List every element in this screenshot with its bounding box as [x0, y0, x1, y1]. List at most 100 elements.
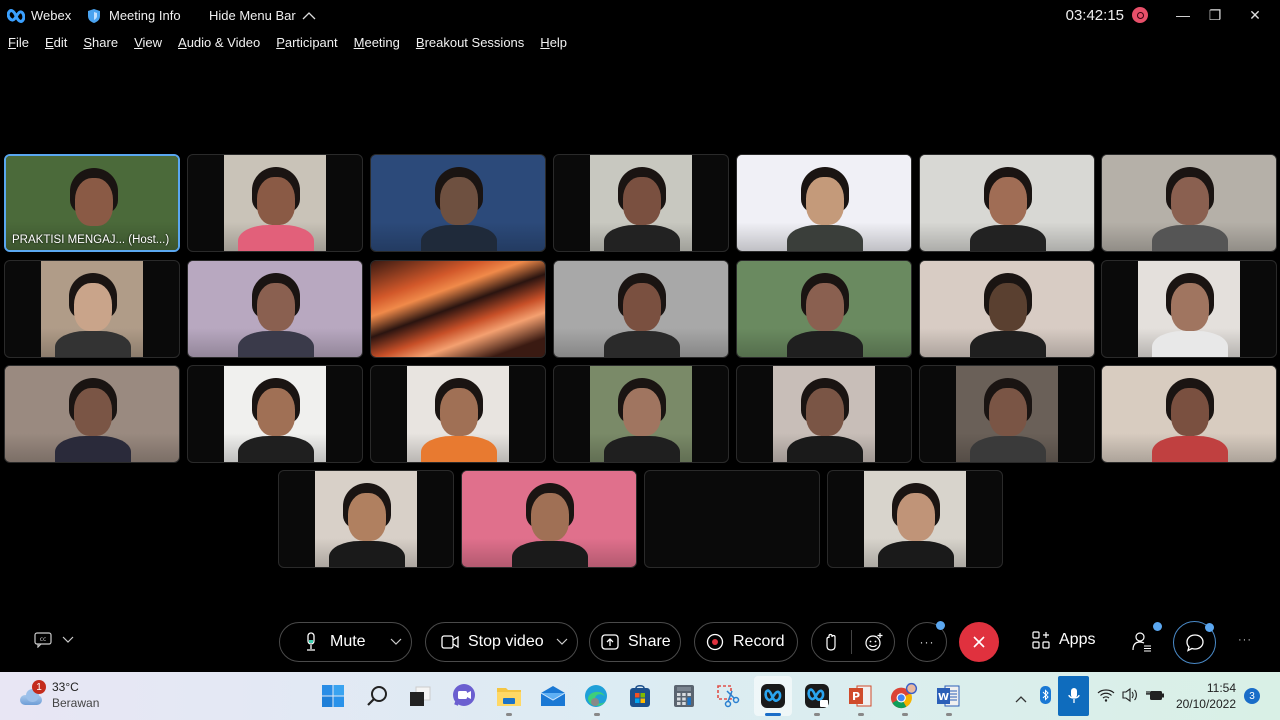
- video-feed: [224, 155, 326, 251]
- participant-video-tile[interactable]: [4, 365, 180, 463]
- calculator-button[interactable]: [670, 682, 698, 710]
- participant-video-tile[interactable]: [736, 260, 912, 358]
- battery-glyph: [1146, 691, 1164, 700]
- participant-video-tile[interactable]: [919, 154, 1095, 252]
- weather-widget[interactable]: 1 33°C Berawan: [18, 680, 99, 711]
- title-bar: Webex Meeting Info Hide Menu Bar 03:42:1…: [0, 0, 1280, 30]
- chevron-down-icon[interactable]: [390, 638, 402, 646]
- participant-video-tile[interactable]: [1101, 260, 1277, 358]
- weather-condition: Berawan: [52, 696, 100, 710]
- menu-audio-video[interactable]: Audio & Video: [178, 35, 260, 50]
- raise-hand-icon[interactable]: [824, 633, 838, 651]
- chrome-button[interactable]: [890, 682, 918, 710]
- end-meeting-button[interactable]: [959, 622, 999, 662]
- participant-video-tile[interactable]: [736, 154, 912, 252]
- menu-help[interactable]: Help: [540, 35, 567, 50]
- participant-video-tile[interactable]: [187, 154, 363, 252]
- participant-video-tile[interactable]: [370, 260, 546, 358]
- microsoft-store-button[interactable]: [626, 682, 654, 710]
- edge-browser-button[interactable]: [582, 682, 610, 710]
- file-explorer-button[interactable]: [495, 682, 523, 710]
- participant-video-tile[interactable]: [187, 365, 363, 463]
- participant-face: [989, 388, 1027, 436]
- participants-button[interactable]: [1131, 631, 1153, 658]
- powerpoint-icon: P: [849, 685, 872, 707]
- share-button[interactable]: Share: [589, 622, 681, 662]
- participant-face: [74, 388, 112, 436]
- participant-video-tile[interactable]: [1101, 154, 1277, 252]
- participant-body: [55, 436, 131, 462]
- apps-button[interactable]: Apps: [1032, 631, 1095, 649]
- close-window-button[interactable]: ✕: [1240, 7, 1270, 24]
- participant-video-tile[interactable]: [644, 470, 820, 568]
- participant-video-tile[interactable]: [919, 260, 1095, 358]
- powerpoint-button[interactable]: P: [846, 682, 874, 710]
- webex-meetings-button[interactable]: [803, 682, 831, 710]
- record-button[interactable]: Record: [694, 622, 798, 662]
- volume-icon[interactable]: [1121, 687, 1139, 708]
- participant-video-tile[interactable]: [278, 470, 454, 568]
- participant-video-tile[interactable]: [370, 154, 546, 252]
- app-name: Webex: [31, 8, 72, 23]
- mail-button[interactable]: [539, 682, 567, 710]
- menu-mnemonic: A: [178, 35, 187, 50]
- menu-meeting[interactable]: Meeting: [354, 35, 400, 50]
- battery-charging-icon[interactable]: [1145, 688, 1165, 707]
- wifi-icon[interactable]: [1097, 688, 1115, 707]
- meeting-info-button[interactable]: Meeting Info: [88, 8, 181, 23]
- stop-video-button[interactable]: Stop video: [425, 622, 578, 662]
- menu-share[interactable]: Share: [83, 35, 118, 50]
- video-feed: [315, 471, 417, 567]
- menu-file[interactable]: File: [8, 35, 29, 50]
- video-feed: [1138, 261, 1240, 357]
- participant-video-tile[interactable]: [553, 365, 729, 463]
- participant-video-tile[interactable]: [1101, 365, 1277, 463]
- menu-mnemonic: V: [134, 35, 143, 50]
- menu-participant[interactable]: Participant: [276, 35, 337, 50]
- system-clock[interactable]: 11:54 20/10/2022: [1176, 680, 1236, 712]
- participant-face: [806, 388, 844, 436]
- participant-video-tile[interactable]: [187, 260, 363, 358]
- chevron-down-icon[interactable]: [556, 638, 568, 646]
- share-screen-icon: [601, 634, 619, 650]
- task-view-button[interactable]: [406, 682, 434, 710]
- webex-taskbar-button[interactable]: [759, 682, 787, 710]
- word-button[interactable]: W: [934, 682, 962, 710]
- participant-video-tile[interactable]: [370, 365, 546, 463]
- participant-video-tile[interactable]: [736, 365, 912, 463]
- add-reaction-icon[interactable]: [864, 632, 884, 652]
- captions-button[interactable]: cc: [34, 632, 74, 648]
- participant-video-tile[interactable]: [553, 154, 729, 252]
- search-button[interactable]: [363, 682, 391, 710]
- teams-chat-button[interactable]: [450, 682, 478, 710]
- speaker-glyph: [1122, 687, 1137, 703]
- participant-body: [970, 331, 1046, 357]
- menu-view[interactable]: View: [134, 35, 162, 50]
- hide-menu-bar-button[interactable]: Hide Menu Bar: [209, 8, 316, 23]
- snipping-tool-button[interactable]: [714, 682, 742, 710]
- restore-button[interactable]: ❐: [1200, 7, 1230, 24]
- participant-face: [531, 493, 569, 541]
- chevron-down-icon: [62, 636, 74, 643]
- webex-app-menu[interactable]: Webex: [7, 8, 71, 23]
- bluetooth-icon[interactable]: [1040, 686, 1051, 704]
- microphone-in-use-button[interactable]: [1058, 676, 1089, 716]
- video-feed: [920, 155, 1094, 251]
- notification-center-badge[interactable]: 3: [1244, 688, 1260, 704]
- start-button[interactable]: [319, 682, 347, 710]
- participant-video-tile[interactable]: [827, 470, 1003, 568]
- menu-edit[interactable]: Edit: [45, 35, 67, 50]
- menu-label: udio & Video: [186, 35, 261, 50]
- participant-video-tile[interactable]: PRAKTISI MENGAJ... (Host...): [4, 154, 180, 252]
- participant-video-tile[interactable]: [919, 365, 1095, 463]
- participant-face: [989, 177, 1027, 225]
- overflow-menu-button[interactable]: ···: [1238, 634, 1252, 646]
- menu-breakout-sessions[interactable]: Breakout Sessions: [416, 35, 524, 50]
- participant-video-tile[interactable]: [4, 260, 180, 358]
- mute-button[interactable]: Mute: [279, 622, 412, 662]
- participant-video-tile[interactable]: [553, 260, 729, 358]
- show-hidden-icons-button[interactable]: [1015, 690, 1027, 708]
- video-feed: [1102, 155, 1276, 251]
- participant-video-tile[interactable]: [461, 470, 637, 568]
- minimize-button[interactable]: —: [1168, 7, 1198, 23]
